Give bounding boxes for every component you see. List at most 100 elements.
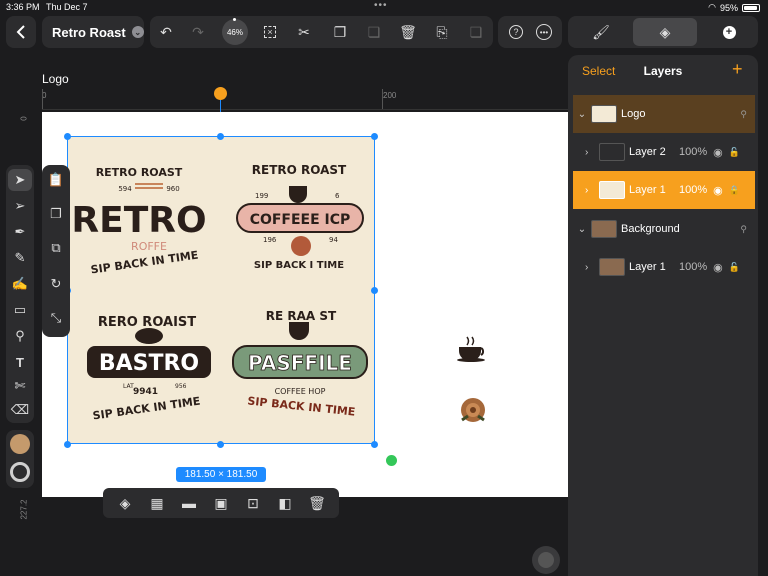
layer-name: Background: [621, 223, 680, 235]
delete-selection-button[interactable]: 🗑: [305, 495, 329, 512]
chevron-right-icon[interactable]: ›: [585, 262, 599, 273]
layer-row-bg-layer1[interactable]: › Layer 1 100% ◉ 🔓: [573, 248, 755, 286]
layers-title: Layers: [643, 64, 683, 78]
resize-handle-tl[interactable]: [64, 133, 71, 140]
tool-scissors[interactable]: ✄: [6, 375, 34, 397]
assistive-touch-icon: [538, 552, 554, 568]
more-button[interactable]: •••: [532, 20, 556, 44]
back-button[interactable]: [6, 16, 36, 48]
layer-row-background[interactable]: ⌄ Background ⚲: [573, 210, 755, 248]
resize-handle-t[interactable]: [217, 133, 224, 140]
mask-button[interactable]: ◧: [273, 495, 297, 512]
resize-handle-tr[interactable]: [371, 133, 378, 140]
assistive-touch-button[interactable]: [532, 546, 560, 574]
unlock-icon[interactable]: 🔓: [729, 147, 740, 158]
undo-button[interactable]: ↶: [154, 20, 178, 44]
help-icon: ?: [509, 25, 523, 39]
cut-button[interactable]: ✂: [292, 20, 316, 44]
brush-icon: 🖌: [592, 23, 610, 40]
group-settings-icon[interactable]: ⚲: [740, 224, 747, 235]
group-settings-icon[interactable]: ⚲: [740, 109, 747, 120]
option-scale[interactable]: ⤡: [42, 307, 70, 329]
chevron-down-icon[interactable]: ⌄: [573, 224, 591, 235]
eraser-icon: ⌫: [10, 402, 30, 417]
duplicate-icon: ⎘: [436, 23, 448, 40]
deselect-icon: ×: [264, 26, 276, 38]
stroke-color-swatch[interactable]: [10, 462, 30, 482]
resize-handle-br[interactable]: [371, 441, 378, 448]
unlock-icon[interactable]: 🔓: [729, 262, 740, 273]
layers-icon: ◈: [119, 494, 131, 511]
deselect-button[interactable]: ×: [258, 20, 282, 44]
layer-row-logo[interactable]: ⌄ Logo ⚲: [573, 95, 755, 133]
tool-eraser[interactable]: ⌫: [6, 399, 34, 421]
tool-vector-brush[interactable]: ✍: [6, 273, 34, 295]
selection-box[interactable]: [67, 136, 375, 444]
option-paste-into[interactable]: 📋: [42, 169, 70, 191]
battery-icon: [742, 3, 760, 12]
more-icon: •••: [536, 24, 552, 40]
tool-pencil[interactable]: ✎: [6, 247, 34, 269]
eye-icon[interactable]: ◉: [713, 146, 723, 159]
tab-add-asset[interactable]: +: [704, 20, 754, 44]
add-layer-button[interactable]: +: [732, 59, 743, 80]
eye-icon[interactable]: ◉: [713, 184, 723, 197]
align-icon: ▬: [182, 495, 196, 511]
tool-shape[interactable]: ▭: [6, 299, 34, 321]
scissors-icon: ✄: [14, 378, 26, 393]
resize-handle-b[interactable]: [217, 441, 224, 448]
help-button[interactable]: ?: [504, 20, 528, 44]
multitask-dots-icon[interactable]: •••: [374, 0, 388, 11]
tab-style[interactable]: 🖌: [576, 20, 626, 44]
tab-layers[interactable]: ◈: [633, 18, 697, 46]
duplicate-button[interactable]: ⎘: [430, 20, 454, 44]
layer-thumbnail: [599, 258, 625, 276]
vector-brush-icon: ✍: [11, 276, 29, 291]
zoom-button[interactable]: 46%: [222, 18, 248, 45]
chevron-down-icon[interactable]: ⌄: [573, 109, 591, 120]
redo-button[interactable]: ↷: [186, 20, 210, 44]
delete-button[interactable]: 🗑: [396, 20, 420, 44]
layer-opacity[interactable]: 100%: [679, 184, 707, 196]
tool-fill[interactable]: ⚲: [6, 325, 34, 347]
option-rotate[interactable]: ↻: [42, 273, 70, 295]
option-copy[interactable]: ❐: [42, 203, 70, 225]
tool-pen[interactable]: ✒: [6, 221, 34, 243]
layer-row-layer1-selected[interactable]: › Layer 1 100% ◉ 🔒: [573, 171, 755, 209]
layer-name: Layer 2: [629, 146, 666, 158]
align-button[interactable]: ▬: [177, 495, 201, 511]
chevron-right-icon[interactable]: ›: [585, 147, 599, 158]
option-flip[interactable]: ⧉: [42, 237, 70, 259]
rotate-icon: ↻: [50, 276, 62, 291]
tool-select[interactable]: ➤: [8, 169, 32, 191]
arrange-layers-button[interactable]: ◈: [113, 495, 137, 512]
layer-row-layer2[interactable]: › Layer 2 100% ◉ 🔓: [573, 133, 755, 171]
trash-icon: 🗑: [399, 23, 417, 40]
fill-color-swatch[interactable]: [10, 434, 30, 454]
rose-icon[interactable]: [456, 396, 490, 426]
replace-image-button[interactable]: ▣: [209, 495, 233, 512]
pivot-handle[interactable]: [386, 455, 397, 466]
horizontal-ruler[interactable]: 0 200: [42, 89, 568, 110]
resize-handle-bl[interactable]: [64, 441, 71, 448]
copy-button[interactable]: ❐: [328, 20, 352, 44]
layer-name: Layer 1: [629, 261, 666, 273]
direct-select-icon: ➢: [14, 198, 26, 213]
redo-icon: ↷: [192, 23, 204, 40]
paste-in-place-button[interactable]: ❏: [464, 20, 488, 44]
layer-opacity[interactable]: 100%: [679, 261, 707, 273]
resize-handle-r[interactable]: [371, 287, 378, 294]
chevron-right-icon[interactable]: ›: [585, 185, 599, 196]
rotation-handle[interactable]: [214, 87, 227, 100]
coffee-cup-icon[interactable]: [455, 333, 491, 363]
eye-icon[interactable]: ◉: [713, 261, 723, 274]
lock-icon[interactable]: 🔒: [729, 185, 740, 196]
paste-button[interactable]: ❏: [362, 20, 386, 44]
tool-direct-select[interactable]: ➢: [6, 195, 34, 217]
document-title-button[interactable]: Retro Roast ⌄: [42, 16, 144, 48]
tool-text[interactable]: T: [6, 351, 34, 373]
crop-button[interactable]: ⊡: [241, 495, 265, 512]
checkerboard-button[interactable]: ▦: [145, 495, 169, 512]
layer-opacity[interactable]: 100%: [679, 146, 707, 158]
layers-icon: ◈: [659, 23, 671, 40]
